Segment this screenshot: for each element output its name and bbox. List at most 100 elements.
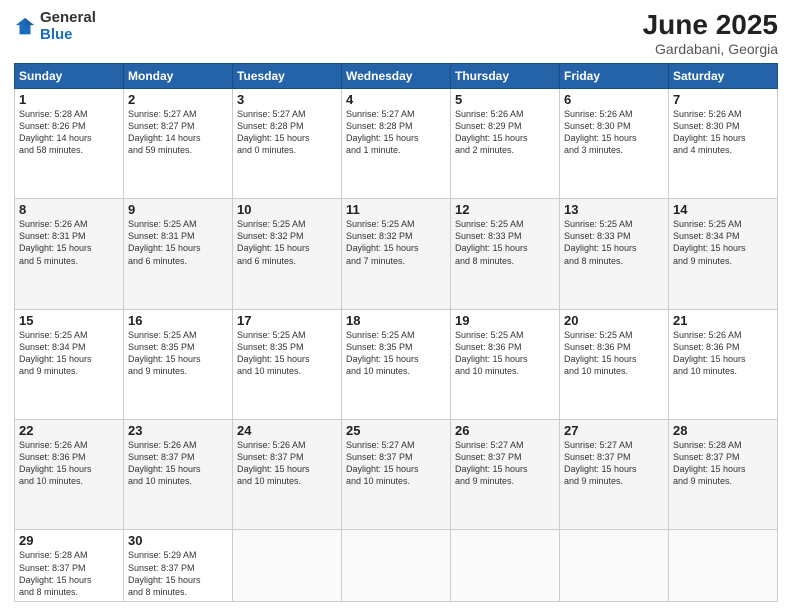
calendar-subtitle: Gardabani, Georgia xyxy=(643,41,778,57)
day-number: 14 xyxy=(673,202,773,217)
calendar-cell: 5Sunrise: 5:26 AM Sunset: 8:29 PM Daylig… xyxy=(451,88,560,198)
calendar-cell: 20Sunrise: 5:25 AM Sunset: 8:36 PM Dayli… xyxy=(560,309,669,419)
calendar-cell xyxy=(342,530,451,602)
day-number: 13 xyxy=(564,202,664,217)
calendar-cell: 18Sunrise: 5:25 AM Sunset: 8:35 PM Dayli… xyxy=(342,309,451,419)
day-info: Sunrise: 5:28 AM Sunset: 8:37 PM Dayligh… xyxy=(673,439,773,488)
calendar-cell: 12Sunrise: 5:25 AM Sunset: 8:33 PM Dayli… xyxy=(451,199,560,309)
week-row-2: 8Sunrise: 5:26 AM Sunset: 8:31 PM Daylig… xyxy=(15,199,778,309)
week-row-5: 29Sunrise: 5:28 AM Sunset: 8:37 PM Dayli… xyxy=(15,530,778,602)
calendar-cell: 17Sunrise: 5:25 AM Sunset: 8:35 PM Dayli… xyxy=(233,309,342,419)
logo-text: General Blue xyxy=(40,10,96,43)
day-number: 15 xyxy=(19,313,119,328)
day-info: Sunrise: 5:25 AM Sunset: 8:34 PM Dayligh… xyxy=(19,329,119,378)
weekday-thursday: Thursday xyxy=(451,63,560,88)
day-number: 20 xyxy=(564,313,664,328)
day-number: 6 xyxy=(564,92,664,107)
day-number: 5 xyxy=(455,92,555,107)
calendar-cell: 29Sunrise: 5:28 AM Sunset: 8:37 PM Dayli… xyxy=(15,530,124,602)
calendar-cell: 1Sunrise: 5:28 AM Sunset: 8:26 PM Daylig… xyxy=(15,88,124,198)
day-info: Sunrise: 5:28 AM Sunset: 8:37 PM Dayligh… xyxy=(19,549,119,598)
day-info: Sunrise: 5:25 AM Sunset: 8:32 PM Dayligh… xyxy=(346,218,446,267)
day-info: Sunrise: 5:25 AM Sunset: 8:36 PM Dayligh… xyxy=(455,329,555,378)
logo: General Blue xyxy=(14,10,96,43)
calendar-cell: 23Sunrise: 5:26 AM Sunset: 8:37 PM Dayli… xyxy=(124,420,233,530)
day-number: 4 xyxy=(346,92,446,107)
day-info: Sunrise: 5:26 AM Sunset: 8:36 PM Dayligh… xyxy=(673,329,773,378)
day-info: Sunrise: 5:26 AM Sunset: 8:37 PM Dayligh… xyxy=(128,439,228,488)
day-info: Sunrise: 5:29 AM Sunset: 8:37 PM Dayligh… xyxy=(128,549,228,598)
day-info: Sunrise: 5:25 AM Sunset: 8:31 PM Dayligh… xyxy=(128,218,228,267)
day-info: Sunrise: 5:27 AM Sunset: 8:28 PM Dayligh… xyxy=(346,108,446,157)
calendar-cell: 16Sunrise: 5:25 AM Sunset: 8:35 PM Dayli… xyxy=(124,309,233,419)
calendar-cell xyxy=(669,530,778,602)
day-info: Sunrise: 5:25 AM Sunset: 8:34 PM Dayligh… xyxy=(673,218,773,267)
day-number: 26 xyxy=(455,423,555,438)
day-info: Sunrise: 5:26 AM Sunset: 8:30 PM Dayligh… xyxy=(673,108,773,157)
calendar-cell: 24Sunrise: 5:26 AM Sunset: 8:37 PM Dayli… xyxy=(233,420,342,530)
title-block: June 2025 Gardabani, Georgia xyxy=(643,10,778,57)
day-number: 8 xyxy=(19,202,119,217)
day-info: Sunrise: 5:25 AM Sunset: 8:35 PM Dayligh… xyxy=(346,329,446,378)
week-row-3: 15Sunrise: 5:25 AM Sunset: 8:34 PM Dayli… xyxy=(15,309,778,419)
calendar-cell: 22Sunrise: 5:26 AM Sunset: 8:36 PM Dayli… xyxy=(15,420,124,530)
day-number: 30 xyxy=(128,533,228,548)
weekday-tuesday: Tuesday xyxy=(233,63,342,88)
weekday-wednesday: Wednesday xyxy=(342,63,451,88)
day-number: 18 xyxy=(346,313,446,328)
weekday-sunday: Sunday xyxy=(15,63,124,88)
calendar-cell: 21Sunrise: 5:26 AM Sunset: 8:36 PM Dayli… xyxy=(669,309,778,419)
calendar-cell: 11Sunrise: 5:25 AM Sunset: 8:32 PM Dayli… xyxy=(342,199,451,309)
day-number: 28 xyxy=(673,423,773,438)
day-info: Sunrise: 5:26 AM Sunset: 8:31 PM Dayligh… xyxy=(19,218,119,267)
day-number: 1 xyxy=(19,92,119,107)
day-number: 29 xyxy=(19,533,119,548)
day-info: Sunrise: 5:25 AM Sunset: 8:35 PM Dayligh… xyxy=(128,329,228,378)
calendar-cell: 2Sunrise: 5:27 AM Sunset: 8:27 PM Daylig… xyxy=(124,88,233,198)
day-info: Sunrise: 5:27 AM Sunset: 8:37 PM Dayligh… xyxy=(455,439,555,488)
day-number: 25 xyxy=(346,423,446,438)
day-number: 27 xyxy=(564,423,664,438)
day-number: 10 xyxy=(237,202,337,217)
calendar-cell xyxy=(560,530,669,602)
calendar-cell xyxy=(233,530,342,602)
day-number: 11 xyxy=(346,202,446,217)
weekday-monday: Monday xyxy=(124,63,233,88)
day-info: Sunrise: 5:26 AM Sunset: 8:37 PM Dayligh… xyxy=(237,439,337,488)
day-info: Sunrise: 5:25 AM Sunset: 8:33 PM Dayligh… xyxy=(455,218,555,267)
calendar-cell: 15Sunrise: 5:25 AM Sunset: 8:34 PM Dayli… xyxy=(15,309,124,419)
day-info: Sunrise: 5:25 AM Sunset: 8:36 PM Dayligh… xyxy=(564,329,664,378)
calendar-cell: 10Sunrise: 5:25 AM Sunset: 8:32 PM Dayli… xyxy=(233,199,342,309)
day-number: 12 xyxy=(455,202,555,217)
day-info: Sunrise: 5:26 AM Sunset: 8:30 PM Dayligh… xyxy=(564,108,664,157)
day-info: Sunrise: 5:25 AM Sunset: 8:32 PM Dayligh… xyxy=(237,218,337,267)
day-info: Sunrise: 5:27 AM Sunset: 8:37 PM Dayligh… xyxy=(346,439,446,488)
day-info: Sunrise: 5:27 AM Sunset: 8:27 PM Dayligh… xyxy=(128,108,228,157)
calendar-cell: 4Sunrise: 5:27 AM Sunset: 8:28 PM Daylig… xyxy=(342,88,451,198)
calendar-cell xyxy=(451,530,560,602)
day-info: Sunrise: 5:25 AM Sunset: 8:35 PM Dayligh… xyxy=(237,329,337,378)
day-number: 7 xyxy=(673,92,773,107)
calendar-cell: 13Sunrise: 5:25 AM Sunset: 8:33 PM Dayli… xyxy=(560,199,669,309)
day-number: 16 xyxy=(128,313,228,328)
calendar-cell: 6Sunrise: 5:26 AM Sunset: 8:30 PM Daylig… xyxy=(560,88,669,198)
day-number: 17 xyxy=(237,313,337,328)
day-number: 2 xyxy=(128,92,228,107)
day-number: 22 xyxy=(19,423,119,438)
day-number: 19 xyxy=(455,313,555,328)
day-number: 24 xyxy=(237,423,337,438)
calendar-cell: 7Sunrise: 5:26 AM Sunset: 8:30 PM Daylig… xyxy=(669,88,778,198)
calendar-cell: 3Sunrise: 5:27 AM Sunset: 8:28 PM Daylig… xyxy=(233,88,342,198)
weekday-saturday: Saturday xyxy=(669,63,778,88)
calendar-cell: 9Sunrise: 5:25 AM Sunset: 8:31 PM Daylig… xyxy=(124,199,233,309)
day-number: 3 xyxy=(237,92,337,107)
calendar-cell: 8Sunrise: 5:26 AM Sunset: 8:31 PM Daylig… xyxy=(15,199,124,309)
calendar-cell: 26Sunrise: 5:27 AM Sunset: 8:37 PM Dayli… xyxy=(451,420,560,530)
header: General Blue June 2025 Gardabani, Georgi… xyxy=(14,10,778,57)
logo-icon xyxy=(14,16,36,38)
weekday-friday: Friday xyxy=(560,63,669,88)
day-number: 9 xyxy=(128,202,228,217)
day-info: Sunrise: 5:28 AM Sunset: 8:26 PM Dayligh… xyxy=(19,108,119,157)
day-info: Sunrise: 5:25 AM Sunset: 8:33 PM Dayligh… xyxy=(564,218,664,267)
day-info: Sunrise: 5:26 AM Sunset: 8:29 PM Dayligh… xyxy=(455,108,555,157)
